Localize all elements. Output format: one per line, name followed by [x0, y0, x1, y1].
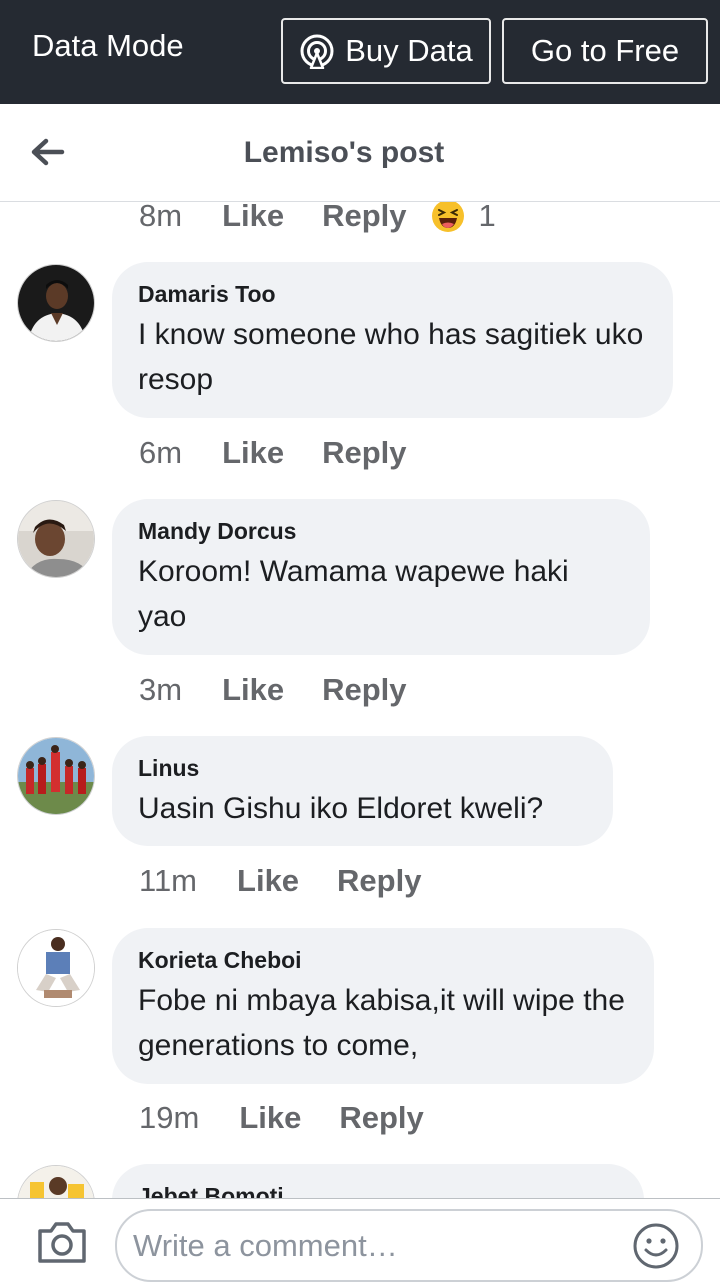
- comment-text: I know someone who has sagitiek uko reso…: [138, 318, 644, 396]
- comment-author[interactable]: Jebet Bomoti: [138, 1182, 618, 1198]
- camera-icon[interactable]: [36, 1219, 88, 1265]
- avatar[interactable]: [17, 929, 95, 1007]
- comment-time: 3m: [139, 672, 183, 707]
- profile-photo: [18, 501, 94, 577]
- comment-actions: 3m Like Reply: [139, 670, 431, 710]
- comment-text: Fobe ni mbaya kabisa,it will wipe the ge…: [138, 984, 625, 1062]
- comment-time: 6m: [139, 435, 183, 470]
- reply-button[interactable]: Reply: [322, 202, 406, 234]
- comment-actions: 19m Like Reply: [139, 1098, 448, 1138]
- page-header: Lemiso's post: [0, 104, 720, 202]
- reply-button[interactable]: Reply: [322, 672, 406, 708]
- reply-button[interactable]: Reply: [322, 435, 406, 471]
- comment-bubble[interactable]: Mandy Dorcus Koroom! Wamama wapewe haki …: [112, 499, 650, 655]
- comment-input[interactable]: [131, 1223, 625, 1269]
- comment-composer: [0, 1198, 720, 1284]
- comment-text: Koroom! Wamama wapewe haki yao: [138, 555, 569, 633]
- like-button[interactable]: Like: [222, 435, 284, 471]
- buy-data-label: Buy Data: [345, 33, 473, 68]
- comment-time: 8m: [139, 202, 183, 233]
- data-mode-bar: Data Mode Buy Data Go to Free: [0, 0, 720, 104]
- reply-button[interactable]: Reply: [339, 1100, 423, 1136]
- reaction-summary[interactable]: 1: [431, 202, 496, 234]
- data-mode-label: Data Mode: [32, 28, 184, 63]
- comment-author[interactable]: Mandy Dorcus: [138, 517, 624, 545]
- broadcast-icon: [300, 34, 334, 69]
- comment-author[interactable]: Damaris Too: [138, 280, 647, 308]
- comment-text: Uasin Gishu iko Eldoret kweli?: [138, 792, 544, 825]
- comment-bubble[interactable]: Linus Uasin Gishu iko Eldoret kweli?: [112, 736, 613, 846]
- avatar[interactable]: [17, 500, 95, 578]
- profile-photo: [18, 265, 94, 341]
- like-button[interactable]: Like: [222, 202, 284, 234]
- profile-photo: [18, 1166, 94, 1198]
- reaction-count: 1: [478, 202, 496, 233]
- comment-time: 19m: [139, 1100, 200, 1135]
- comment-time: 11m: [139, 863, 198, 898]
- go-to-free-button[interactable]: Go to Free: [502, 18, 708, 84]
- comments-list[interactable]: 8m Like Reply 1 Damaris Too I know someo…: [0, 202, 720, 1198]
- comment-author[interactable]: Korieta Cheboi: [138, 946, 628, 974]
- comment-bubble[interactable]: Korieta Cheboi Fobe ni mbaya kabisa,it w…: [112, 928, 654, 1084]
- like-button[interactable]: Like: [222, 672, 284, 708]
- smiley-icon[interactable]: [632, 1222, 680, 1270]
- comment-input-field[interactable]: [115, 1209, 703, 1282]
- avatar[interactable]: [17, 264, 95, 342]
- comment-actions: 8m Like Reply 1: [139, 202, 496, 236]
- avatar[interactable]: [17, 1165, 95, 1198]
- avatar[interactable]: [17, 737, 95, 815]
- reply-button[interactable]: Reply: [337, 863, 421, 899]
- buy-data-button[interactable]: Buy Data: [281, 18, 491, 84]
- like-button[interactable]: Like: [239, 1100, 301, 1136]
- profile-photo: [18, 738, 94, 814]
- page-title: Lemiso's post: [243, 136, 445, 169]
- comment-bubble[interactable]: Jebet Bomoti: [112, 1164, 644, 1198]
- comment-actions: 6m Like Reply: [139, 433, 431, 473]
- like-button[interactable]: Like: [237, 863, 299, 899]
- go-to-free-label: Go to Free: [530, 33, 680, 68]
- comment-bubble[interactable]: Damaris Too I know someone who has sagit…: [112, 262, 673, 418]
- profile-photo: [18, 930, 94, 1006]
- haha-emoji-icon: [431, 202, 464, 232]
- comment-actions: 11m Like Reply: [139, 861, 445, 901]
- comment-author[interactable]: Linus: [138, 754, 587, 782]
